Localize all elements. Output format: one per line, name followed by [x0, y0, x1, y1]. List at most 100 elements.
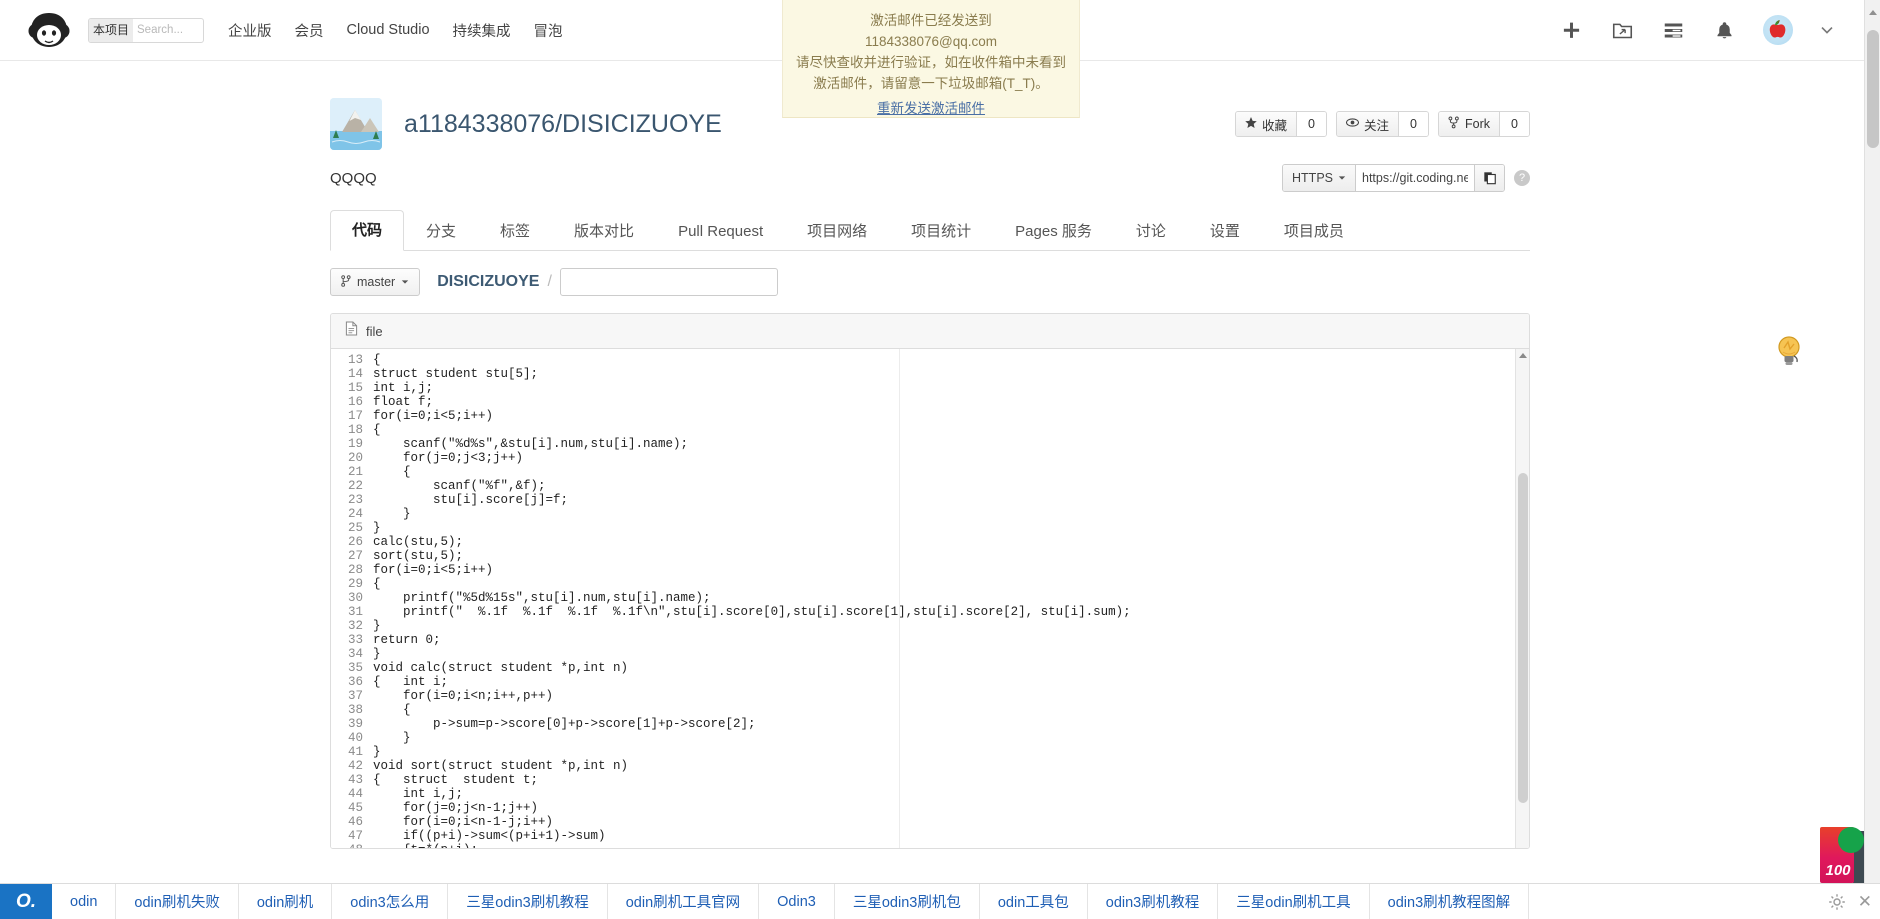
code-line: 27 sort(stu,5); — [331, 549, 1529, 563]
lightbulb-feedback-icon[interactable] — [1771, 332, 1809, 370]
tab-compare[interactable]: 版本对比 — [552, 211, 656, 251]
tab-pull-request[interactable]: Pull Request — [656, 211, 785, 251]
code-line-text: float f; — [373, 395, 434, 409]
taskbar-item[interactable]: odin刷机工具官网 — [608, 884, 760, 919]
code-line: 20 for(j=0;j<3;j++) — [331, 451, 1529, 465]
gear-icon[interactable] — [1828, 893, 1846, 911]
chevron-down-icon[interactable] — [1820, 23, 1834, 37]
code-line: 48 {t=*(p+i); — [331, 843, 1529, 848]
code-line-text: } — [373, 647, 381, 661]
code-line-number: 15 — [331, 381, 373, 395]
bell-icon[interactable] — [1712, 18, 1736, 42]
taskbar-item[interactable]: 三星odin3刷机教程 — [448, 884, 608, 919]
tab-network[interactable]: 项目网络 — [785, 211, 889, 251]
taskbar-item[interactable]: 三星odin3刷机包 — [835, 884, 980, 919]
clone-protocol-dropdown[interactable]: HTTPS — [1283, 165, 1356, 191]
taskbar-item[interactable]: Odin3 — [759, 884, 835, 919]
code-scrollbar-thumb[interactable] — [1518, 473, 1528, 803]
close-icon[interactable]: ✕ — [1858, 892, 1872, 912]
nav-item-enterprise[interactable]: 企业版 — [228, 20, 272, 41]
breadcrumb-root[interactable]: DISICIZUOYE — [437, 273, 539, 291]
code-line-text: } — [373, 521, 381, 535]
code-line: 43{ struct student t; — [331, 773, 1529, 787]
page-scrollbar-thumb[interactable] — [1867, 30, 1879, 148]
page-scrollbar[interactable] — [1864, 0, 1880, 919]
watch-button[interactable]: 关注 0 — [1335, 111, 1429, 137]
fork-button-label: Fork — [1465, 117, 1490, 131]
code-line: 13{ — [331, 353, 1529, 367]
taskbar-logo[interactable]: O. — [0, 884, 52, 919]
star-button[interactable]: 收藏 0 — [1234, 111, 1327, 137]
taskbar-item[interactable]: odin — [52, 884, 117, 919]
code-line: 40 } — [331, 731, 1529, 745]
code-content: 13{14 struct student stu[5]; 15 int i,j; 16 f… — [331, 349, 1529, 848]
tab-statistics[interactable]: 项目统计 — [889, 211, 993, 251]
taskbar-item[interactable]: odin刷机 — [239, 884, 333, 919]
code-line: 28 for(i=0;i<5;i++) — [331, 563, 1529, 577]
tab-members[interactable]: 项目成员 — [1262, 211, 1366, 251]
code-line-text: } — [373, 745, 381, 759]
tab-settings[interactable]: 设置 — [1188, 211, 1262, 251]
code-line: 16 float f; — [331, 395, 1529, 409]
taskbar-item[interactable]: odin3刷机教程图解 — [1370, 884, 1530, 919]
mountain-lake-repo-avatar-icon — [330, 98, 382, 150]
ad-badge[interactable]: 100 — [1820, 827, 1864, 883]
folder-share-icon[interactable] — [1610, 18, 1634, 42]
page-title[interactable]: a1184338076/DISICIZUOYE — [404, 110, 722, 139]
taskbar-item[interactable]: odin刷机失败 — [116, 884, 239, 919]
plus-icon[interactable] — [1559, 18, 1583, 42]
taskbar-item[interactable]: 三星odin刷机工具 — [1218, 884, 1370, 919]
code-line-text: int i,j; — [373, 787, 464, 801]
tab-pages-service[interactable]: Pages 服务 — [993, 211, 1114, 251]
code-line-number: 21 — [331, 465, 373, 479]
coding-monkey-logo-icon[interactable] — [27, 10, 71, 50]
code-line-number: 23 — [331, 493, 373, 507]
code-line-number: 32 — [331, 619, 373, 633]
page-scroll-up-arrow-icon[interactable] — [1869, 10, 1877, 15]
tab-discussion[interactable]: 讨论 — [1114, 211, 1188, 251]
taskbar-item[interactable]: odin工具包 — [980, 884, 1088, 919]
nav-item-bubble[interactable]: 冒泡 — [534, 20, 563, 41]
copy-icon[interactable] — [1474, 165, 1504, 191]
column-guide — [899, 349, 900, 848]
site-logo[interactable] — [0, 10, 84, 50]
nav-item-ci[interactable]: 持续集成 — [453, 20, 511, 41]
code-scrollbar[interactable] — [1515, 349, 1529, 848]
avatar[interactable] — [1763, 15, 1793, 45]
branch-selector[interactable]: master — [330, 268, 421, 296]
resend-activation-email-link[interactable]: 重新发送激活邮件 — [877, 97, 985, 117]
clone-url-input[interactable] — [1356, 165, 1474, 191]
tab-branches[interactable]: 分支 — [404, 211, 478, 251]
code-line-number: 16 — [331, 395, 373, 409]
tab-code[interactable]: 代码 — [330, 210, 405, 251]
main-nav: 企业版 会员 Cloud Studio 持续集成 冒泡 — [228, 20, 563, 41]
nav-item-cloud-studio[interactable]: Cloud Studio — [347, 22, 430, 38]
nav-item-member[interactable]: 会员 — [295, 20, 324, 41]
search-scope-label[interactable]: 本项目 — [89, 18, 134, 42]
question-mark-icon[interactable]: ? — [1514, 170, 1530, 186]
path-search-input[interactable] — [559, 268, 778, 296]
code-view[interactable]: 13{14 struct student stu[5]; 15 int i,j; 16 f… — [331, 349, 1529, 848]
code-line: 44 int i,j; — [331, 787, 1529, 801]
watch-button-label: 关注 — [1363, 118, 1389, 133]
tab-tags[interactable]: 标签 — [478, 211, 552, 251]
repo-container: a1184338076/DISICIZUOYE 收藏 0 关注 0 Fork 0… — [330, 61, 1530, 849]
caret-down-icon — [401, 275, 409, 289]
taskbar-item[interactable]: odin3怎么用 — [332, 884, 449, 919]
global-search[interactable]: 本项目 — [88, 17, 204, 43]
code-line-number: 46 — [331, 815, 373, 829]
fork-button[interactable]: Fork 0 — [1438, 111, 1530, 137]
file-viewer: file 13{14 struct student stu[5]; 15 int i,… — [330, 313, 1530, 849]
code-line: 37 for(i=0;i<n;i++,p++) — [331, 689, 1529, 703]
breadcrumb-separator: / — [547, 273, 552, 290]
search-input[interactable] — [133, 18, 200, 42]
code-line-number: 13 — [331, 353, 373, 367]
file-name-label[interactable]: file — [366, 324, 383, 339]
page-body: a1184338076/DISICIZUOYE 收藏 0 关注 0 Fork 0… — [0, 61, 1880, 899]
code-line-number: 35 — [331, 661, 373, 675]
taskbar-item[interactable]: odin3刷机教程 — [1088, 884, 1219, 919]
scroll-up-arrow-icon[interactable] — [1519, 353, 1527, 358]
list-icon[interactable] — [1661, 18, 1685, 42]
code-line-number: 36 — [331, 675, 373, 689]
code-line-number: 33 — [331, 633, 373, 647]
